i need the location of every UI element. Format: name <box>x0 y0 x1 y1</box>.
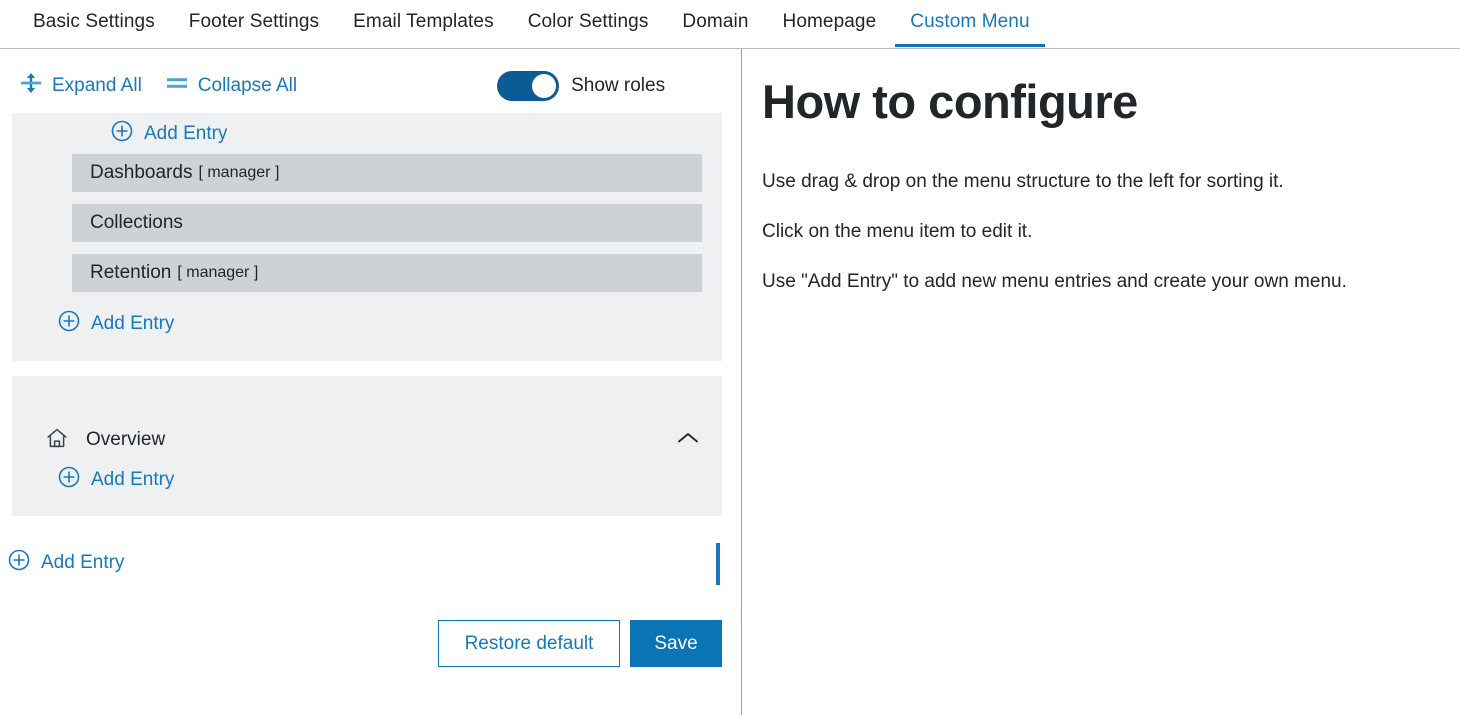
menu-entry-label: Dashboards <box>90 162 192 184</box>
expand-all-icon <box>20 71 42 101</box>
plus-circle-icon <box>58 310 80 338</box>
help-paragraph: Click on the menu item to edit it. <box>762 221 1032 243</box>
help-paragraph: Use "Add Entry" to add new menu entries … <box>762 271 1347 293</box>
chevron-up-icon[interactable] <box>676 430 700 451</box>
app-root: Basic Settings Footer Settings Email Tem… <box>0 0 1460 715</box>
menu-entry-label: Retention <box>90 262 171 284</box>
add-entry-label: Add Entry <box>144 123 227 145</box>
menu-entry-collections[interactable]: Collections <box>72 204 702 242</box>
tab-custom-menu[interactable]: Custom Menu <box>893 0 1046 46</box>
menu-toolbar: Expand All Collapse All Show roles <box>0 62 741 110</box>
save-button[interactable]: Save <box>630 620 722 667</box>
show-roles-label: Show roles <box>571 75 665 97</box>
add-entry-label: Add Entry <box>91 469 174 491</box>
toggle-knob <box>532 74 556 98</box>
tab-email-templates[interactable]: Email Templates <box>336 0 511 46</box>
vertical-scrollbar-thumb[interactable] <box>716 543 720 585</box>
menu-editor-pane: Expand All Collapse All Show roles <box>0 49 741 715</box>
menu-group-panel: Add Entry Dashboards [ manager ] Collect… <box>12 113 722 361</box>
menu-group-panel-overview: Overview Add Entry <box>12 376 722 516</box>
collapse-all-button[interactable]: Collapse All <box>166 75 297 97</box>
restore-default-button[interactable]: Restore default <box>438 620 620 667</box>
tab-basic-settings[interactable]: Basic Settings <box>16 0 172 46</box>
plus-circle-icon <box>8 549 30 577</box>
show-roles-control: Show roles <box>497 71 665 101</box>
menu-entry-overview[interactable]: Overview <box>12 420 722 460</box>
add-entry-button-root[interactable]: Add Entry <box>8 549 124 577</box>
collapse-all-icon <box>166 75 188 97</box>
tab-color-settings[interactable]: Color Settings <box>511 0 666 46</box>
menu-entry-role: [ manager ] <box>177 264 258 282</box>
settings-tab-bar: Basic Settings Footer Settings Email Tem… <box>0 0 1460 49</box>
help-paragraph: Use drag & drop on the menu structure to… <box>762 171 1284 193</box>
tab-domain[interactable]: Domain <box>665 0 765 46</box>
help-pane: How to configure Use drag & drop on the … <box>742 49 1460 715</box>
menu-entry-role: [ manager ] <box>198 164 279 182</box>
add-entry-button-nested[interactable]: Add Entry <box>111 120 227 148</box>
add-entry-label: Add Entry <box>91 313 174 335</box>
expand-all-label: Expand All <box>52 75 142 97</box>
tab-footer-settings[interactable]: Footer Settings <box>172 0 336 46</box>
collapse-all-label: Collapse All <box>198 75 297 97</box>
menu-entry-dashboards[interactable]: Dashboards [ manager ] <box>72 154 702 192</box>
plus-circle-icon <box>111 120 133 148</box>
show-roles-toggle[interactable] <box>497 71 559 101</box>
menu-entry-label: Collections <box>90 212 183 234</box>
expand-all-button[interactable]: Expand All <box>20 71 142 101</box>
menu-entry-overview-label: Overview <box>86 429 165 451</box>
tab-homepage[interactable]: Homepage <box>766 0 894 46</box>
add-entry-label: Add Entry <box>41 552 124 574</box>
help-title: How to configure <box>762 74 1138 129</box>
home-icon <box>45 426 69 455</box>
form-actions: Restore default Save <box>0 620 722 667</box>
menu-entry-retention[interactable]: Retention [ manager ] <box>72 254 702 292</box>
add-entry-button-group-one[interactable]: Add Entry <box>58 310 174 338</box>
add-entry-button-overview[interactable]: Add Entry <box>58 466 174 494</box>
plus-circle-icon <box>58 466 80 494</box>
